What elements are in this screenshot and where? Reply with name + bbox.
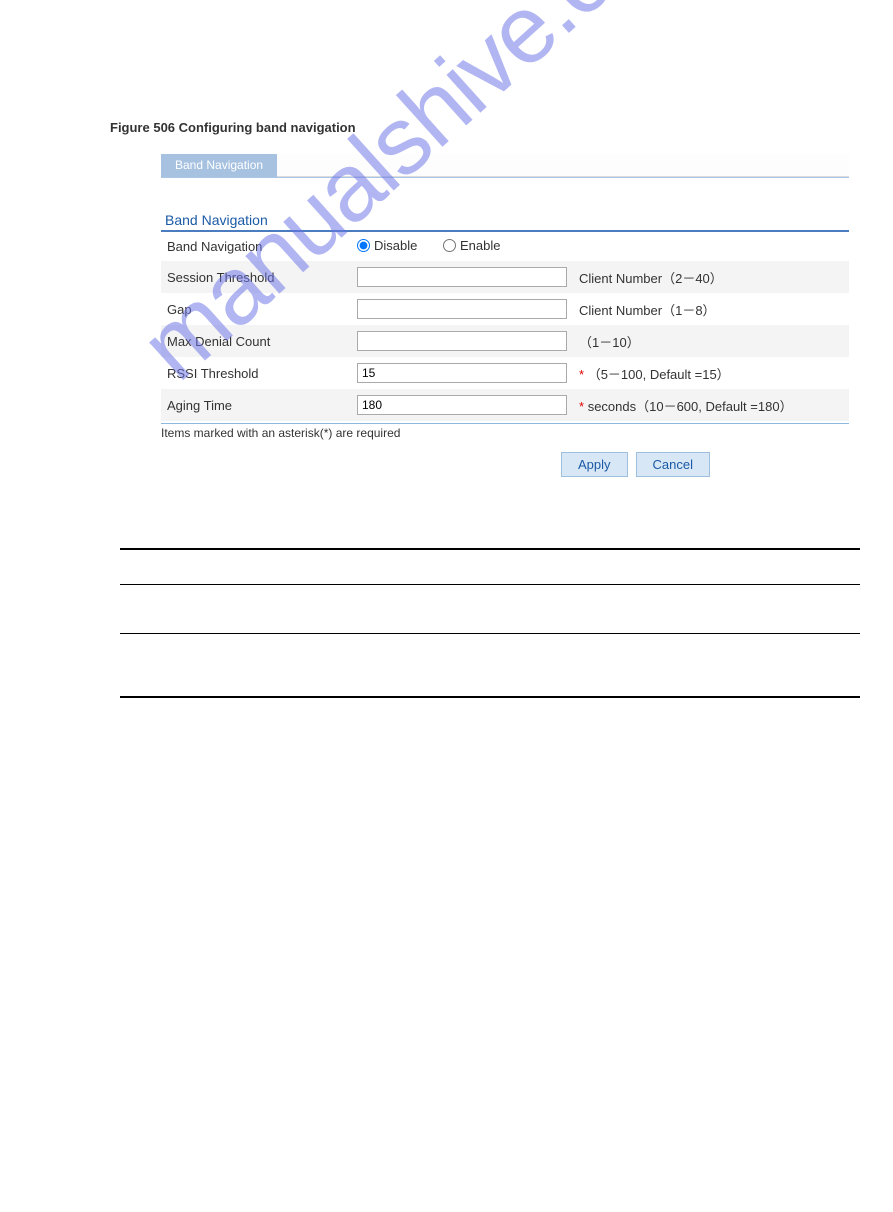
hint-rssi: （5－100, Default =15） bbox=[588, 367, 730, 382]
label-band-navigation: Band Navigation bbox=[161, 232, 351, 261]
cancel-button[interactable]: Cancel bbox=[636, 452, 710, 477]
th-item: Item bbox=[120, 549, 260, 585]
cell-item-2: Session Threshold bbox=[120, 634, 260, 698]
apply-button[interactable]: Apply bbox=[561, 452, 628, 477]
input-session-threshold[interactable] bbox=[357, 267, 567, 287]
input-gap[interactable] bbox=[357, 299, 567, 319]
th-desc: Description bbox=[260, 549, 860, 585]
hint-aging: seconds（10－600, Default =180） bbox=[588, 399, 793, 414]
para-body: Select AP > Band Navigation from the nav… bbox=[120, 795, 813, 830]
label-aging: Aging Time bbox=[161, 389, 351, 421]
row-aging: Aging Time * seconds（10－600, Default =18… bbox=[161, 389, 849, 421]
row-session-threshold: Session Threshold Client Number（2－40） bbox=[161, 261, 849, 293]
hint-session-threshold: Client Number（2－40） bbox=[573, 261, 849, 293]
req-rssi: * bbox=[579, 367, 584, 382]
label-session-threshold: Session Threshold bbox=[161, 261, 351, 293]
row-gap: Gap Client Number（1－8） bbox=[161, 293, 849, 325]
tab-bar-spacer bbox=[277, 154, 849, 177]
radio-disable-label: Disable bbox=[374, 238, 417, 253]
input-rssi[interactable] bbox=[357, 363, 567, 383]
cell-desc-1: Enable band navigation, and the access c… bbox=[260, 585, 860, 634]
label-max-denial: Max Denial Count bbox=[161, 325, 351, 357]
row-band-navigation: Band Navigation Disable Enable bbox=[161, 232, 849, 261]
cell-item-1: Band Navigation bbox=[120, 585, 260, 634]
config-form-table: Band Navigation Disable Enable Session T bbox=[161, 232, 849, 421]
return-to-link[interactable]: Band navigation configuration task list bbox=[181, 738, 421, 753]
return-to-label: Return to bbox=[120, 738, 178, 753]
page-number: 521 bbox=[805, 1170, 823, 1182]
row-max-denial: Max Denial Count （1－10） bbox=[161, 325, 849, 357]
label-rssi: RSSI Threshold bbox=[161, 357, 351, 389]
row-rssi: RSSI Threshold * （5－100, Default =15） bbox=[161, 357, 849, 389]
hint-gap: Client Number（1－8） bbox=[573, 293, 849, 325]
table-row: Band Navigation Enable band navigation, … bbox=[120, 585, 860, 634]
figure-caption: Figure 506 Configuring band navigation bbox=[110, 120, 853, 135]
radio-disable[interactable] bbox=[357, 239, 370, 252]
description-table: Item Description Band Navigation Enable … bbox=[120, 548, 860, 698]
cell-desc-2: Set the maximum number of 5 GHz clients … bbox=[260, 634, 860, 698]
input-aging[interactable] bbox=[357, 395, 567, 415]
label-gap: Gap bbox=[161, 293, 351, 325]
req-aging: * bbox=[579, 399, 584, 414]
section-title: Band Navigation bbox=[165, 212, 849, 228]
input-max-denial[interactable] bbox=[357, 331, 567, 351]
table-row: Session Threshold Set the maximum number… bbox=[120, 634, 860, 698]
radio-enable-label: Enable bbox=[460, 238, 500, 253]
radio-enable[interactable] bbox=[443, 239, 456, 252]
para-heading: Configuring band navigation parameters bbox=[120, 763, 813, 781]
tab-band-navigation[interactable]: Band Navigation bbox=[161, 154, 277, 177]
required-note: Items marked with an asterisk(*) are req… bbox=[161, 423, 849, 440]
config-screenshot: Band Navigation Band Navigation Band Nav… bbox=[160, 153, 850, 488]
hint-max-denial: （1－10） bbox=[573, 325, 849, 357]
